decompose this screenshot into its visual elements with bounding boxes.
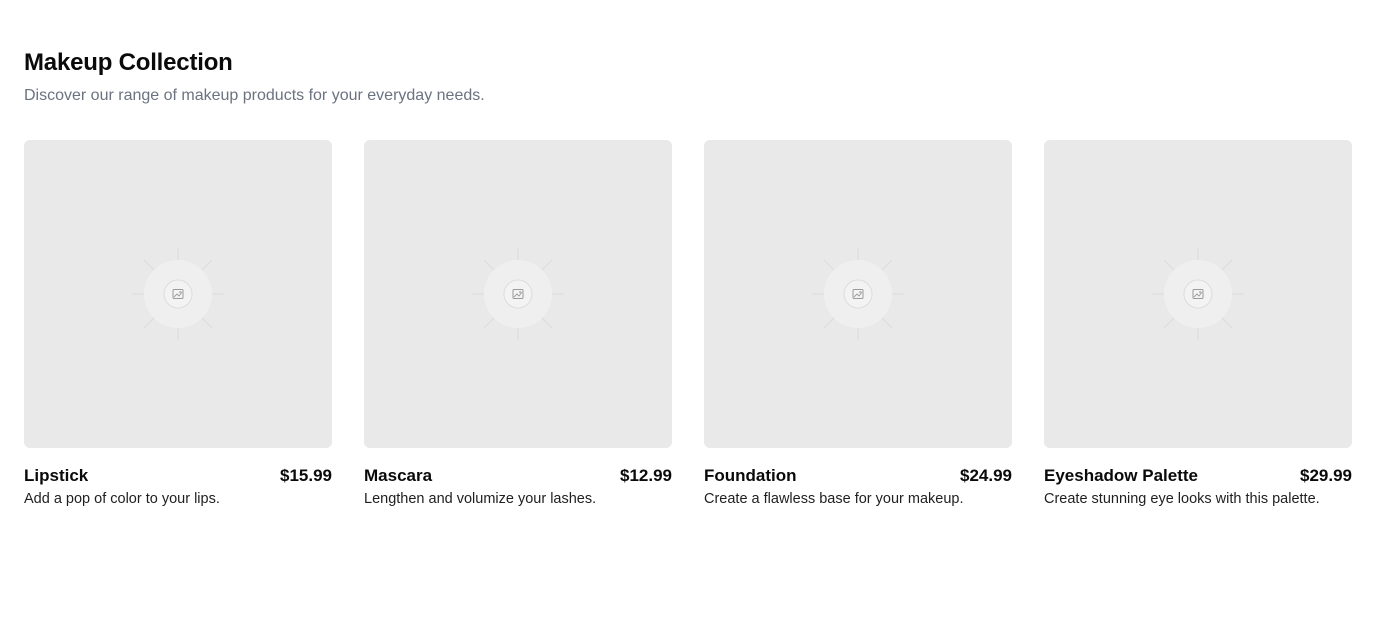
product-description: Add a pop of color to your lips. [24, 491, 220, 507]
product-name: Lipstick [24, 466, 89, 485]
product-description: Create a flawless base for your makeup. [704, 491, 964, 507]
product-card[interactable]: Foundation $24.99 Create a flawless base… [704, 140, 1012, 508]
product-grid: Lipstick $15.99 Add a pop of color to yo… [24, 140, 1352, 508]
page-title: Makeup Collection [24, 49, 233, 76]
product-description: Create stunning eye looks with this pale… [1044, 491, 1320, 507]
product-header-row: Lipstick $15.99 [24, 466, 332, 486]
product-card[interactable]: Lipstick $15.99 Add a pop of color to yo… [24, 140, 332, 508]
product-description: Lengthen and volumize your lashes. [364, 491, 597, 507]
product-card[interactable]: Eyeshadow Palette $29.99 Create stunning… [1044, 140, 1352, 508]
image-placeholder-icon [132, 248, 224, 340]
product-name: Foundation [704, 466, 797, 485]
product-price: $12.99 [620, 466, 672, 485]
image-placeholder-icon [812, 248, 904, 340]
product-header-row: Mascara $12.99 [364, 466, 672, 486]
product-name: Eyeshadow Palette [1044, 466, 1199, 485]
image-placeholder-icon [472, 248, 564, 340]
product-image-placeholder[interactable] [24, 140, 332, 448]
product-price: $24.99 [960, 466, 1012, 485]
product-header-row: Foundation $24.99 [704, 466, 1012, 486]
product-image-placeholder[interactable] [364, 140, 672, 448]
product-price: $15.99 [280, 466, 332, 485]
product-image-placeholder[interactable] [1044, 140, 1352, 448]
product-price: $29.99 [1300, 466, 1352, 485]
product-header-row: Eyeshadow Palette $29.99 [1044, 466, 1352, 486]
image-placeholder-icon [1152, 248, 1244, 340]
product-image-placeholder[interactable] [704, 140, 1012, 448]
product-card[interactable]: Mascara $12.99 Lengthen and volumize you… [364, 140, 672, 508]
page-subtitle: Discover our range of makeup products fo… [24, 87, 485, 104]
product-name: Mascara [364, 466, 433, 485]
